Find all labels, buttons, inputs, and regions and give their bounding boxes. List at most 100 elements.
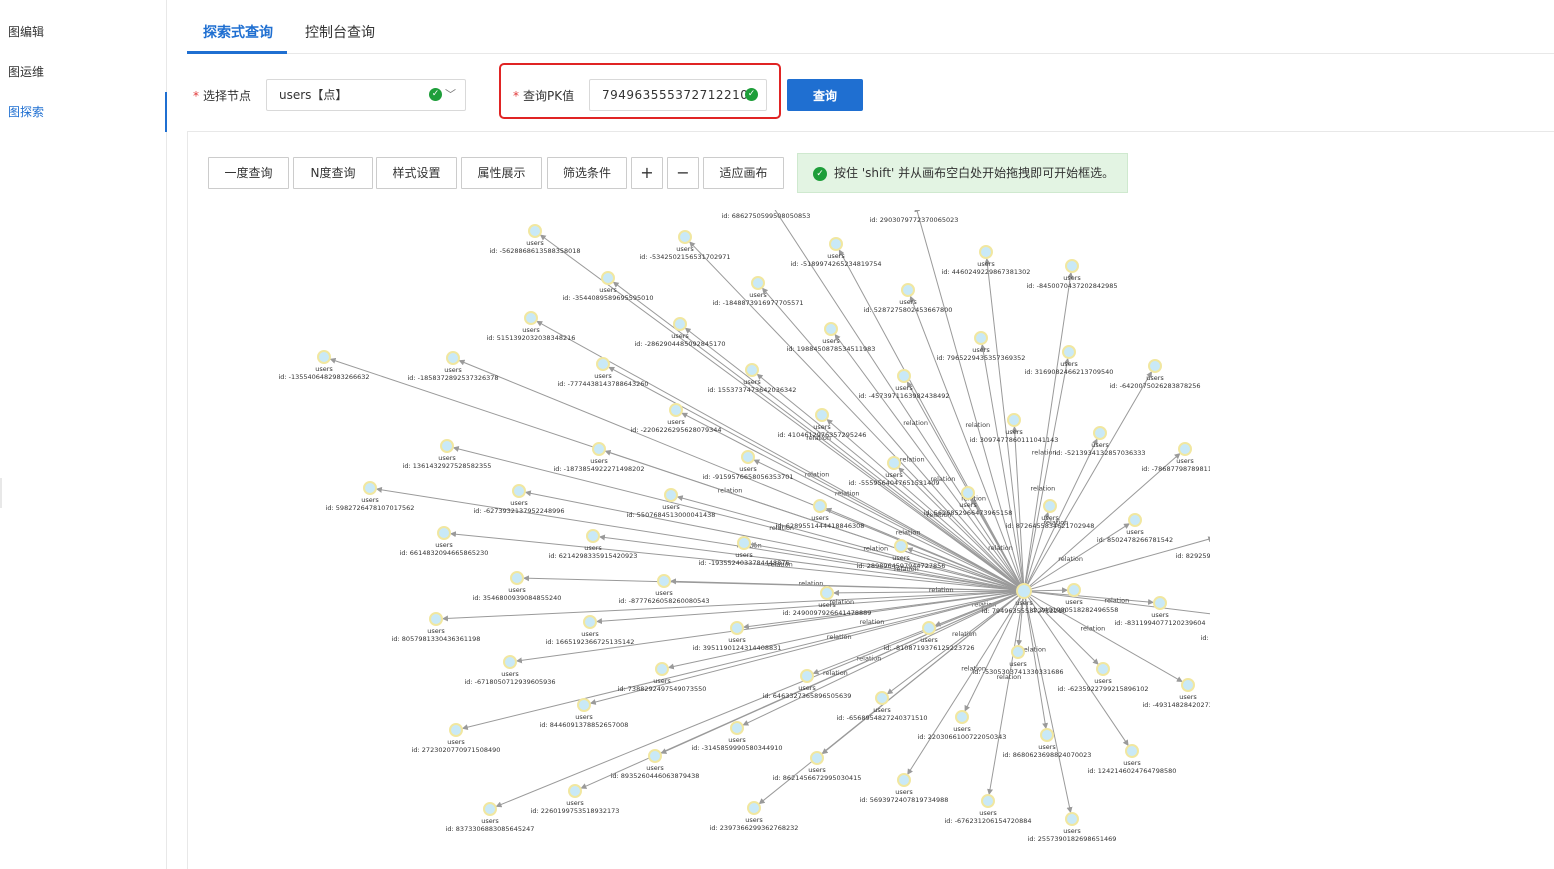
graph-node[interactable]: usersid: 3169082466213709540 xyxy=(1025,345,1114,376)
node-circle[interactable] xyxy=(510,571,524,585)
node-circle[interactable] xyxy=(596,357,610,371)
node-circle[interactable] xyxy=(528,224,542,238)
graph-node[interactable]: usersid: -1355406482983266632 xyxy=(278,350,370,381)
node-circle[interactable] xyxy=(446,351,460,365)
graph-node[interactable]: usersid: -8450070437202842985 xyxy=(1026,259,1118,290)
graph-node[interactable]: usersid: 1242146024764798580 xyxy=(1088,744,1177,775)
node-circle[interactable] xyxy=(800,669,814,683)
graph-node[interactable]: usersid: -5628868613588358018 xyxy=(489,224,581,255)
node-circle[interactable] xyxy=(524,311,538,325)
graph-node[interactable]: usersid: -4931482842027386449 xyxy=(1142,678,1210,709)
graph-edge[interactable] xyxy=(987,590,1025,796)
node-circle[interactable] xyxy=(974,331,988,345)
node-circle[interactable] xyxy=(1067,583,1081,597)
graph-node[interactable]: usersid: 7388292497549073550 xyxy=(618,662,707,693)
filter-conditions-button[interactable]: 筛选条件 xyxy=(547,157,627,189)
node-circle[interactable] xyxy=(592,442,606,456)
graph-node[interactable]: usersid: -6420075026283878256 xyxy=(1109,359,1201,390)
node-circle[interactable] xyxy=(1148,359,1162,373)
graph-node[interactable]: usersid: -1848873916977705571 xyxy=(712,276,804,307)
node-circle[interactable] xyxy=(657,574,671,588)
node-circle[interactable] xyxy=(745,363,759,377)
graph-node[interactable]: usersid: 8621456672995030415 xyxy=(773,751,862,782)
node-circle[interactable] xyxy=(747,801,761,815)
one-degree-query-button[interactable]: 一度查询 xyxy=(208,157,289,189)
sidebar-collapse-handle[interactable] xyxy=(0,478,2,508)
graph-node[interactable]: usersid: 5151392032038348216 xyxy=(487,311,576,342)
graph-node[interactable]: usersid: -6235922799215896102 xyxy=(1057,662,1149,693)
graph-node[interactable]: usersid: -6718050712939605936 xyxy=(464,655,556,686)
node-circle[interactable] xyxy=(601,271,615,285)
node-circle[interactable] xyxy=(1007,413,1021,427)
graph-node[interactable]: usersid: -5189974265234819754 xyxy=(790,237,882,268)
graph-node[interactable]: usersid: 2260199753518932173 xyxy=(531,784,620,815)
graph-node[interactable]: usersid: 8446091378852657008 xyxy=(540,698,629,729)
node-circle[interactable] xyxy=(363,481,377,495)
pk-input[interactable]: 794963555372712210' xyxy=(589,79,767,111)
graph-node[interactable]: usersid: 2397366299362768232 xyxy=(710,801,799,832)
center-node[interactable]: usersid: 794963555372712210 xyxy=(982,583,1067,615)
property-display-button[interactable]: 属性展示 xyxy=(461,157,542,189)
node-circle[interactable] xyxy=(981,794,995,808)
node-circle[interactable] xyxy=(655,662,669,676)
node-circle[interactable] xyxy=(955,710,969,724)
node-select[interactable]: users【点】 ✓ ﹀ xyxy=(266,79,466,111)
query-button[interactable]: 查询 xyxy=(787,79,863,111)
graph-edge[interactable] xyxy=(1023,590,1073,814)
node-circle[interactable] xyxy=(664,488,678,502)
style-settings-button[interactable]: 样式设置 xyxy=(376,157,457,189)
sidebar-item-graph-ops[interactable]: 图运维 xyxy=(8,62,44,82)
node-circle[interactable] xyxy=(1062,345,1076,359)
node-circle[interactable] xyxy=(669,403,683,417)
node-circle[interactable] xyxy=(1040,728,1054,742)
graph-node[interactable]: usersid: 2203066100722050343 xyxy=(918,710,1007,741)
node-circle[interactable] xyxy=(961,486,975,500)
graph-node[interactable]: usersid: 8373306883085645247 xyxy=(446,802,535,833)
graph-node[interactable]: usersid: 4460249229867381302 xyxy=(942,245,1031,276)
graph-edge[interactable] xyxy=(495,590,1025,808)
graph-node[interactable]: usersid: 7965229435357369352 xyxy=(937,331,1026,362)
graph-node[interactable]: usersid: 2723020770971508490 xyxy=(412,723,501,754)
node-circle[interactable] xyxy=(737,536,751,550)
graph-node[interactable]: usersid: -5213934132857036333 xyxy=(1054,426,1146,457)
node-circle[interactable] xyxy=(437,526,451,540)
node-circle[interactable] xyxy=(810,751,824,765)
node-circle[interactable] xyxy=(449,723,463,737)
node-circle[interactable] xyxy=(1178,442,1192,456)
graph-node[interactable]: usersid: -5342502156531702971 xyxy=(639,230,731,261)
zoom-out-button[interactable]: − xyxy=(667,157,699,189)
node-circle[interactable] xyxy=(813,499,827,513)
node-circle[interactable] xyxy=(875,691,889,705)
node-circle[interactable] xyxy=(678,230,692,244)
node-circle[interactable] xyxy=(317,350,331,364)
graph-node[interactable]: usersid: -6762312061547208­84 xyxy=(945,794,1032,825)
graph-node[interactable]: usersid: 6289551444418846308 xyxy=(776,499,865,530)
node-circle[interactable] xyxy=(730,621,744,635)
graph-node[interactable]: usersid: 8680623698824070023 xyxy=(1003,728,1092,759)
graph-node[interactable]: usersid: 6614832094665865230 xyxy=(400,526,489,557)
graph-edge[interactable] xyxy=(461,590,1025,731)
n-degree-query-button[interactable]: N度查询 xyxy=(293,157,373,189)
tab-console-query[interactable]: 控制台查询 xyxy=(305,22,375,42)
node-circle[interactable] xyxy=(1065,812,1079,826)
node-circle[interactable] xyxy=(824,322,838,336)
node-circle[interactable] xyxy=(1125,744,1139,758)
graph-node[interactable]: usersid: -2862904485092845170 xyxy=(634,317,726,348)
graph-node[interactable]: usersid: 8292591456729472231 xyxy=(1176,530,1210,560)
node-circle[interactable] xyxy=(568,784,582,798)
graph-node[interactable]: usersid: 4104612976357295246 xyxy=(778,408,867,439)
node-circle[interactable] xyxy=(1043,499,1057,513)
graph-node[interactable]: usersid: 1665192366725135142 xyxy=(546,615,635,646)
zoom-in-button[interactable]: + xyxy=(631,157,663,189)
node-circle[interactable] xyxy=(583,615,597,629)
node-circle[interactable] xyxy=(922,621,936,635)
sidebar-item-graph-explore[interactable]: 图探索 xyxy=(8,102,44,122)
graph-node[interactable]: usersid: 8502478266781542 xyxy=(1097,513,1173,544)
graph-node[interactable]: usersid: 1361432927528582355 xyxy=(403,439,492,470)
graph-node[interactable]: usersid: -8777626058260080543 xyxy=(618,574,710,605)
tab-explore-query[interactable]: 探索式查询 xyxy=(203,22,273,42)
graph-edge[interactable] xyxy=(524,490,1025,592)
graph-canvas[interactable]: relation relation relation relation relation… xyxy=(210,210,1210,842)
graph-node[interactable]: usersid: -6273932137952248996 xyxy=(473,484,565,515)
graph-node[interactable]: usersid: -7774438143788643260 xyxy=(557,357,649,388)
